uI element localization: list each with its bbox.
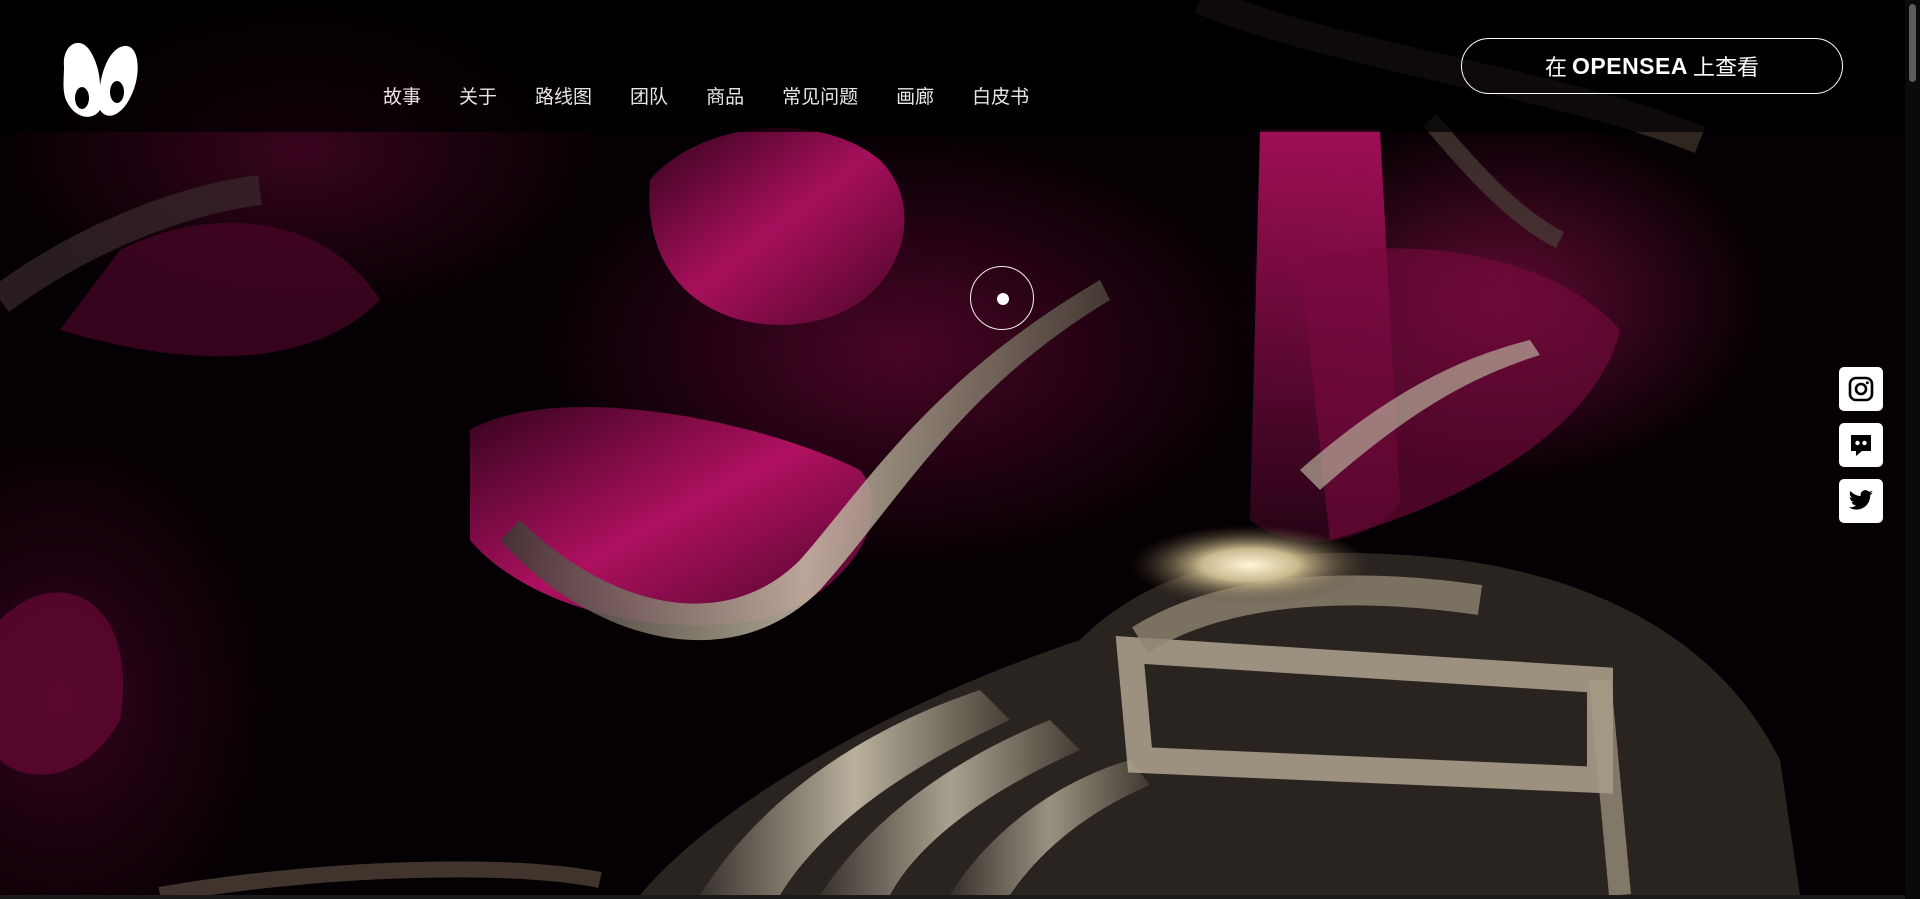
twitter-icon (1848, 490, 1873, 510)
nav-item-team[interactable]: 团队 (630, 82, 668, 112)
twitter-link[interactable] (1839, 479, 1883, 523)
hero-artwork (0, 0, 1905, 895)
nav-item-merch[interactable]: 商品 (706, 82, 744, 112)
scrollbar-thumb[interactable] (1909, 4, 1916, 82)
site-header: 故事 关于 路线图 团队 商品 常见问题 画廊 白皮书 在 OPENSEA 上查… (0, 0, 1905, 132)
cta-prefix: 在 (1544, 56, 1567, 81)
nav-item-whitepaper[interactable]: 白皮书 (972, 82, 1029, 112)
discord-link[interactable] (1839, 423, 1883, 467)
discord-icon (1851, 435, 1871, 456)
vertical-scrollbar[interactable] (1905, 0, 1920, 899)
main-nav: 故事 关于 路线图 团队 商品 常见问题 画廊 白皮书 (383, 82, 1029, 112)
nav-item-gallery[interactable]: 画廊 (896, 82, 934, 112)
cursor-dot (997, 293, 1009, 305)
instagram-icon (1848, 376, 1874, 402)
hero-artwork-shapes (0, 0, 1800, 895)
page: 故事 关于 路线图 团队 商品 常见问题 画廊 白皮书 在 OPENSEA 上查… (0, 0, 1920, 899)
cta-suffix: 上查看 (1692, 56, 1759, 81)
page-bottom-edge (0, 895, 1905, 899)
custom-cursor (970, 266, 1034, 330)
social-links (1839, 367, 1883, 535)
nav-item-roadmap[interactable]: 路线图 (535, 82, 592, 112)
brand-logo[interactable] (60, 36, 140, 122)
view-on-opensea-button[interactable]: 在 OPENSEA 上查看 (1461, 38, 1843, 94)
logo-icon (63, 42, 138, 117)
cta-brand: OPENSEA (1572, 52, 1688, 79)
nav-item-story[interactable]: 故事 (383, 82, 421, 112)
instagram-link[interactable] (1839, 367, 1883, 411)
nav-item-faq[interactable]: 常见问题 (782, 82, 858, 112)
nav-item-about[interactable]: 关于 (459, 82, 497, 112)
